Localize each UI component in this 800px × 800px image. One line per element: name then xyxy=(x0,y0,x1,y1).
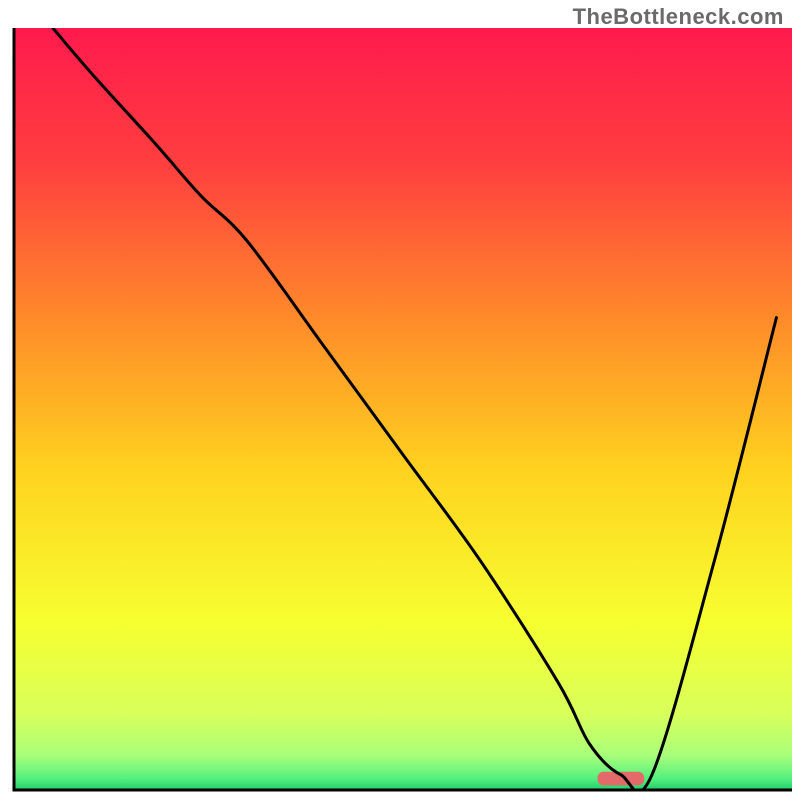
bottleneck-plot xyxy=(0,0,800,800)
chart-frame: TheBottleneck.com xyxy=(0,0,800,800)
gradient-background xyxy=(14,28,792,790)
